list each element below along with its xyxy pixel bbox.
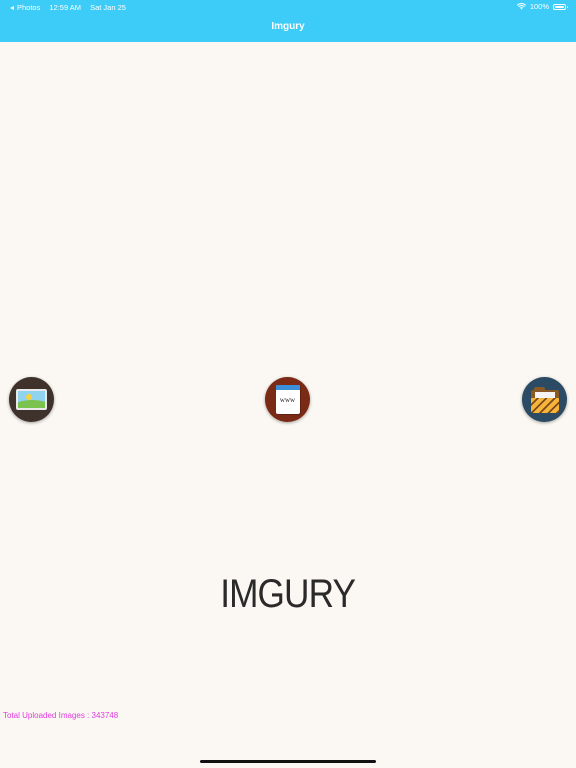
folder-button[interactable] [522, 377, 567, 422]
back-to-app-button[interactable]: Photos [10, 3, 40, 12]
status-date: Sat Jan 25 [90, 3, 126, 12]
app-logo-text: IMGURY [220, 572, 357, 616]
back-app-label: Photos [17, 3, 41, 12]
folder-icon [530, 386, 559, 413]
web-icon-label: www [279, 396, 296, 404]
wifi-icon [516, 3, 526, 10]
web-upload-button[interactable]: www [265, 377, 310, 422]
photo-gallery-icon [16, 389, 47, 410]
battery-percent: 100% [529, 2, 549, 11]
gallery-button[interactable] [9, 377, 54, 422]
battery-fill [555, 5, 564, 8]
web-page-icon: www [275, 385, 300, 414]
total-uploaded-count: Total Uploaded Images : 343748 [3, 711, 119, 720]
status-right: 100% [516, 2, 568, 11]
page-title: Imgury [271, 21, 305, 32]
back-arrow-icon [10, 5, 14, 10]
status-time: 12:59 AM [49, 3, 82, 12]
app-screen: Photos 12:59 AM Sat Jan 25 100% Imgury w… [0, 0, 576, 768]
battery-icon [553, 3, 568, 10]
status-left: Photos 12:59 AM Sat Jan 25 [10, 3, 126, 12]
status-bar: Photos 12:59 AM Sat Jan 25 100% [0, 0, 576, 14]
home-indicator[interactable] [200, 760, 376, 763]
navigation-bar: Photos 12:59 AM Sat Jan 25 100% Imgury [0, 0, 576, 42]
